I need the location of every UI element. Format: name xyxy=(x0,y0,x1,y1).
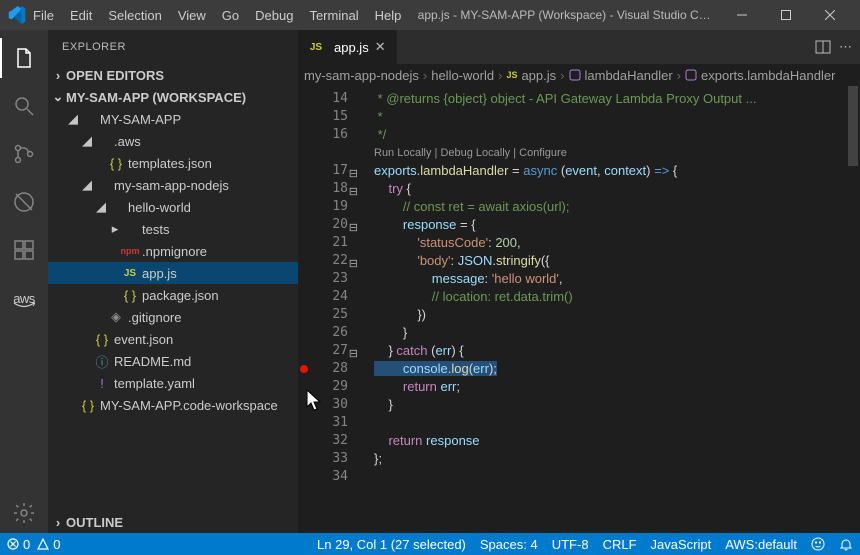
menu-go[interactable]: Go xyxy=(215,4,246,27)
minimap[interactable] xyxy=(828,86,846,533)
tree-label: app.js xyxy=(142,266,177,281)
settings-gear-icon[interactable] xyxy=(0,493,48,533)
menu-bar: FileEditSelectionViewGoDebugTerminalHelp xyxy=(26,4,408,27)
tree-item-my-sam-app[interactable]: ◢MY-SAM-APP xyxy=(48,108,298,130)
breadcrumb-item[interactable]: exports.lambdaHandler xyxy=(683,68,837,83)
split-editor-icon[interactable] xyxy=(815,39,831,55)
tree-item-app-js[interactable]: JS app.js xyxy=(48,262,298,284)
status-warnings[interactable]: 0 xyxy=(37,533,67,555)
status-aws[interactable]: AWS:default xyxy=(718,533,804,555)
breadcrumbs[interactable]: my-sam-app-nodejs›hello-world›JSapp.js›l… xyxy=(298,64,860,86)
aws-icon[interactable]: aws xyxy=(0,278,48,318)
menu-debug[interactable]: Debug xyxy=(248,4,300,27)
vscode-logo-icon xyxy=(8,6,26,24)
tree-item-readme-md[interactable]: ⓘ README.md xyxy=(48,350,298,372)
title-bar: FileEditSelectionViewGoDebugTerminalHelp… xyxy=(0,0,860,30)
menu-file[interactable]: File xyxy=(26,4,61,27)
breadcrumb-item[interactable]: hello-world xyxy=(429,68,496,83)
file-icon: { } xyxy=(94,332,110,347)
file-icon: ⓘ xyxy=(94,352,110,371)
extensions-icon[interactable] xyxy=(0,230,48,270)
close-button[interactable] xyxy=(808,0,852,30)
tree-item-templates-json[interactable]: { } templates.json xyxy=(48,152,298,174)
file-icon: { } xyxy=(80,398,96,413)
scrollbar-thumb[interactable] xyxy=(848,86,858,166)
file-icon: JS xyxy=(122,268,138,279)
tree-item-event-json[interactable]: { } event.json xyxy=(48,328,298,350)
code-editor[interactable]: 14151617⊟18⊟1920⊟2122⊟2324252627⊟2829303… xyxy=(298,86,860,533)
breadcrumb-item[interactable]: my-sam-app-nodejs xyxy=(302,68,421,83)
menu-help[interactable]: Help xyxy=(368,4,409,27)
tree-label: .npmignore xyxy=(142,244,207,259)
tree-label: package.json xyxy=(142,288,219,303)
workspace-section[interactable]: ⌄MY-SAM-APP (WORKSPACE) xyxy=(48,86,298,108)
maximize-button[interactable] xyxy=(764,0,808,30)
explorer-icon[interactable] xyxy=(0,38,48,78)
tree-label: .gitignore xyxy=(128,310,181,325)
status-cursor-position[interactable]: Ln 29, Col 1 (27 selected) xyxy=(310,533,473,555)
breakpoint-icon[interactable] xyxy=(300,365,308,373)
status-feedback-icon[interactable] xyxy=(804,533,832,555)
open-editors-section[interactable]: ›OPEN EDITORS xyxy=(48,64,298,86)
tree-label: .aws xyxy=(114,134,141,149)
code-content[interactable]: * @returns {object} object - API Gateway… xyxy=(356,86,828,533)
status-indentation[interactable]: Spaces: 4 xyxy=(473,533,545,555)
status-bell-icon[interactable] xyxy=(832,533,860,555)
vertical-scrollbar[interactable] xyxy=(846,86,860,533)
menu-terminal[interactable]: Terminal xyxy=(302,4,365,27)
status-eol[interactable]: CRLF xyxy=(596,533,644,555)
activity-bar: aws xyxy=(0,30,48,533)
codelens[interactable]: Run Locally | Debug Locally | Configure xyxy=(374,144,828,162)
tree-label: templates.json xyxy=(128,156,212,171)
tree-label: my-sam-app-nodejs xyxy=(114,178,229,193)
tree-label: MY-SAM-APP.code-workspace xyxy=(100,398,278,413)
tab-close-icon[interactable]: ✕ xyxy=(375,39,386,55)
minimize-button[interactable] xyxy=(720,0,764,30)
tree-item-template-yaml[interactable]: ! template.yaml xyxy=(48,372,298,394)
file-icon: ! xyxy=(94,376,110,391)
tree-item--npmignore[interactable]: npm .npmignore xyxy=(48,240,298,262)
status-language[interactable]: JavaScript xyxy=(644,533,719,555)
tree-item-my-sam-app-code-workspace[interactable]: { } MY-SAM-APP.code-workspace xyxy=(48,394,298,416)
file-icon: { } xyxy=(122,288,138,303)
file-icon: ◈ xyxy=(108,309,124,325)
menu-view[interactable]: View xyxy=(171,4,213,27)
tree-label: tests xyxy=(142,222,169,237)
tree-item-hello-world[interactable]: ◢hello-world xyxy=(48,196,298,218)
source-control-icon[interactable] xyxy=(0,134,48,174)
tree-label: event.json xyxy=(114,332,173,347)
tree-item--aws[interactable]: ◢.aws xyxy=(48,130,298,152)
menu-edit[interactable]: Edit xyxy=(63,4,99,27)
tree-item-package-json[interactable]: { } package.json xyxy=(48,284,298,306)
tree-label: MY-SAM-APP xyxy=(100,112,181,127)
file-icon: { } xyxy=(108,156,124,171)
search-icon[interactable] xyxy=(0,86,48,126)
explorer-sidebar: EXPLORER ›OPEN EDITORS ⌄MY-SAM-APP (WORK… xyxy=(48,30,298,533)
file-tree: ◢MY-SAM-APP◢.aws { } templates.json ◢my-sam… xyxy=(48,108,298,511)
status-bar: 0 0 Ln 29, Col 1 (27 selected) Spaces: 4… xyxy=(0,533,860,555)
outline-section[interactable]: ›OUTLINE xyxy=(48,511,298,533)
tab-label: app.js xyxy=(334,40,369,55)
debug-icon[interactable] xyxy=(0,182,48,222)
tree-item-tests[interactable]: ▸tests xyxy=(48,218,298,240)
tree-label: template.yaml xyxy=(114,376,195,391)
tab-app-js[interactable]: JS app.js ✕ xyxy=(298,30,397,64)
breadcrumb-item[interactable]: JSapp.js xyxy=(504,68,558,83)
editor-tabs: JS app.js ✕ ⋯ xyxy=(298,30,860,64)
tree-item--gitignore[interactable]: ◈ .gitignore xyxy=(48,306,298,328)
js-file-icon: JS xyxy=(308,42,324,53)
more-actions-icon[interactable]: ⋯ xyxy=(839,39,852,55)
tree-label: README.md xyxy=(114,354,191,369)
tree-label: hello-world xyxy=(128,200,191,215)
status-encoding[interactable]: UTF-8 xyxy=(545,533,596,555)
line-gutter[interactable]: 14151617⊟18⊟1920⊟2122⊟2324252627⊟2829303… xyxy=(298,86,356,533)
tree-item-my-sam-app-nodejs[interactable]: ◢my-sam-app-nodejs xyxy=(48,174,298,196)
breadcrumb-item[interactable]: lambdaHandler xyxy=(567,68,675,83)
explorer-title: EXPLORER xyxy=(48,30,298,64)
editor-group: JS app.js ✕ ⋯ my-sam-app-nodejs›hello-wo… xyxy=(298,30,860,533)
menu-selection[interactable]: Selection xyxy=(101,4,168,27)
file-icon: npm xyxy=(122,246,138,256)
window-title: app.js - MY-SAM-APP (Workspace) - Visual… xyxy=(408,8,720,22)
status-errors[interactable]: 0 xyxy=(0,533,37,555)
